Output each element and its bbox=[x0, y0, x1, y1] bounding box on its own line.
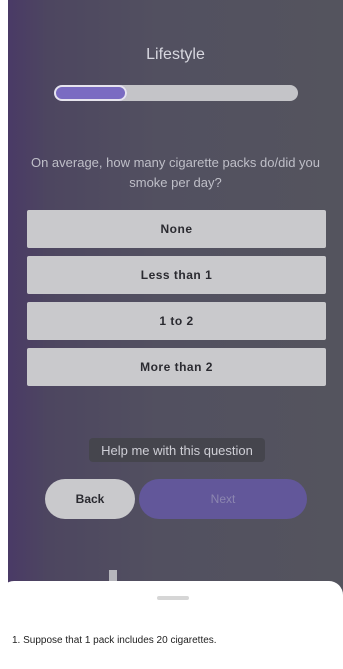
option-1-to-2-button[interactable]: 1 to 2 bbox=[27, 302, 326, 340]
question-text: On average, how many cigarette packs do/… bbox=[30, 155, 321, 190]
sheet-drag-handle[interactable] bbox=[157, 596, 189, 600]
progress-bar bbox=[54, 85, 298, 101]
page-title: Lifestyle bbox=[146, 46, 205, 63]
questionnaire-screen: Lifestyle On average, how many cigarette… bbox=[8, 0, 343, 669]
sheet-note: 1. Suppose that 1 pack includes 20 cigar… bbox=[12, 635, 217, 646]
option-more-than-2-button[interactable]: More than 2 bbox=[27, 348, 326, 386]
progress-fill bbox=[54, 85, 128, 101]
back-button[interactable]: Back bbox=[45, 479, 135, 519]
next-button[interactable]: Next bbox=[139, 479, 307, 519]
option-none-button[interactable]: None bbox=[27, 210, 326, 248]
help-button[interactable]: Help me with this question bbox=[89, 438, 265, 462]
bottom-sheet: 1. Suppose that 1 pack includes 20 cigar… bbox=[0, 581, 343, 669]
option-less-than-1-button[interactable]: Less than 1 bbox=[27, 256, 326, 294]
